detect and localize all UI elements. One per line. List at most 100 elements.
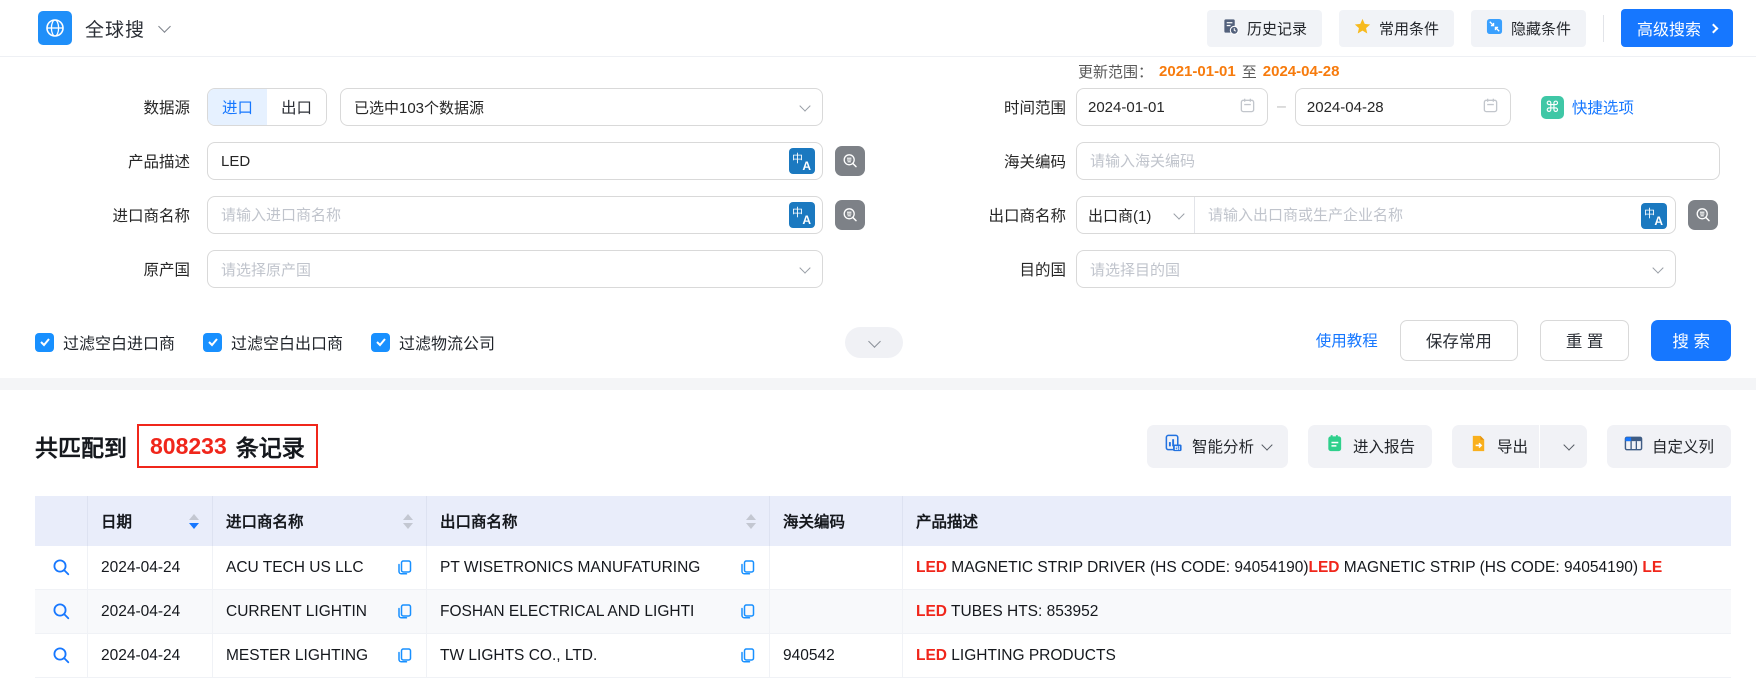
export-split-button: 导出 bbox=[1452, 425, 1587, 468]
row-detail-button[interactable] bbox=[35, 634, 88, 677]
copy-icon[interactable] bbox=[388, 603, 413, 620]
data-source-selected-value: 已选中103个数据源 bbox=[354, 97, 801, 118]
export-label[interactable]: 导出 bbox=[1497, 435, 1528, 457]
results-table: 日期 进口商名称 出口商名称 海关编码 产品描述 2024-04-24 ACU … bbox=[35, 496, 1731, 678]
product-desc-input[interactable] bbox=[207, 142, 823, 180]
header-importer[interactable]: 进口商名称 bbox=[213, 496, 427, 546]
end-date-input[interactable]: 2024-04-28 bbox=[1295, 88, 1511, 126]
copy-icon[interactable] bbox=[731, 647, 756, 664]
row-importer-cell: CURRENT LIGHTIN bbox=[213, 590, 427, 633]
importer-label: 进口商名称 bbox=[35, 204, 207, 226]
table-row: 2024-04-24 MESTER LIGHTING TW LIGHTS CO.… bbox=[35, 634, 1731, 678]
checkbox-checked-icon bbox=[35, 333, 54, 352]
sort-exporter[interactable] bbox=[738, 514, 756, 529]
data-source-select[interactable]: 已选中103个数据源 bbox=[340, 88, 823, 126]
collapse-icon bbox=[1486, 18, 1503, 39]
history-icon bbox=[1222, 18, 1239, 39]
translate-icon[interactable]: 中A bbox=[1641, 203, 1667, 229]
exporter-type-select[interactable]: 出口商(1) bbox=[1077, 197, 1195, 233]
custom-columns-label: 自定义列 bbox=[1652, 435, 1714, 457]
sort-date[interactable] bbox=[181, 514, 199, 529]
importer-row: 进口商名称 中A bbox=[35, 196, 865, 234]
section-divider bbox=[0, 378, 1756, 390]
results-count: 808233 bbox=[150, 433, 227, 460]
results-count-box: 808233 条记录 bbox=[137, 424, 318, 468]
chevron-down-icon bbox=[1261, 439, 1272, 450]
calendar-icon[interactable] bbox=[1239, 97, 1256, 118]
toggle-import[interactable]: 进口 bbox=[208, 89, 267, 125]
save-common-button[interactable]: 保存常用 bbox=[1400, 320, 1518, 361]
command-icon[interactable]: ⌘ bbox=[1541, 96, 1564, 119]
checkbox-filter-logistics[interactable]: 过滤物流公司 bbox=[371, 330, 495, 354]
row-importer-cell: MESTER LIGHTING bbox=[213, 634, 427, 677]
history-button[interactable]: 历史记录 bbox=[1207, 10, 1322, 47]
hs-code-input[interactable] bbox=[1076, 142, 1720, 180]
translate-icon[interactable]: 中A bbox=[789, 148, 815, 174]
data-source-label: 数据源 bbox=[35, 96, 207, 118]
header-search-col bbox=[35, 496, 88, 546]
exporter-type-value: 出口商(1) bbox=[1088, 205, 1151, 226]
row-desc: LED MAGNETIC STRIP DRIVER (HS CODE: 9405… bbox=[903, 546, 1731, 589]
copy-icon[interactable] bbox=[388, 647, 413, 664]
row-date: 2024-04-24 bbox=[88, 634, 213, 677]
smart-analysis-button[interactable]: BI 智能分析 bbox=[1147, 425, 1288, 468]
start-date-value: 2024-01-01 bbox=[1088, 99, 1231, 116]
advanced-search-button[interactable]: 高级搜索 bbox=[1621, 9, 1733, 47]
copy-icon[interactable] bbox=[388, 559, 413, 576]
tutorial-link[interactable]: 使用教程 bbox=[1316, 329, 1378, 351]
magnifier-icon bbox=[52, 646, 71, 665]
checkbox-filter-blank-importer[interactable]: 过滤空白进口商 bbox=[35, 330, 175, 354]
importer-input[interactable] bbox=[207, 196, 823, 234]
app-switcher-chevron-down-icon[interactable] bbox=[158, 20, 171, 33]
fuzzy-search-icon[interactable] bbox=[835, 200, 865, 230]
fuzzy-search-icon[interactable] bbox=[835, 146, 865, 176]
checkbox-checked-icon bbox=[203, 333, 222, 352]
filter-checkbox-row: 过滤空白进口商 过滤空白出口商 过滤物流公司 bbox=[35, 322, 495, 362]
header-exporter[interactable]: 出口商名称 bbox=[427, 496, 770, 546]
update-range-label: 更新范围： bbox=[1078, 61, 1153, 82]
quick-options-link[interactable]: 快捷选项 bbox=[1572, 96, 1634, 118]
header-date[interactable]: 日期 bbox=[88, 496, 213, 546]
calendar-icon[interactable] bbox=[1482, 97, 1499, 118]
hide-conditions-button[interactable]: 隐藏条件 bbox=[1471, 10, 1586, 47]
header-product-desc: 产品描述 bbox=[903, 496, 1731, 546]
date-range-separator: – bbox=[1277, 98, 1286, 116]
sort-importer[interactable] bbox=[395, 514, 413, 529]
app-title: 全球搜 bbox=[85, 15, 145, 42]
enter-report-label: 进入报告 bbox=[1353, 435, 1415, 457]
export-dropdown-button[interactable] bbox=[1551, 425, 1587, 468]
enter-report-button[interactable]: 进入报告 bbox=[1308, 425, 1432, 468]
toggle-export[interactable]: 出口 bbox=[267, 89, 326, 125]
row-date: 2024-04-24 bbox=[88, 590, 213, 633]
update-range-to-word: 至 bbox=[1242, 61, 1257, 82]
start-date-input[interactable]: 2024-01-01 bbox=[1076, 88, 1268, 126]
custom-columns-button[interactable]: 自定义列 bbox=[1607, 425, 1731, 468]
destination-select[interactable]: 请选择目的国 bbox=[1076, 250, 1676, 288]
copy-icon[interactable] bbox=[731, 559, 756, 576]
fuzzy-search-icon[interactable] bbox=[1688, 200, 1718, 230]
row-exporter-text: TW LIGHTS CO., LTD. bbox=[440, 647, 597, 665]
destination-label: 目的国 bbox=[950, 258, 1076, 280]
time-range-label: 时间范围 bbox=[950, 96, 1076, 118]
product-desc-row: 产品描述 中A bbox=[35, 142, 865, 180]
origin-select[interactable]: 请选择原产国 bbox=[207, 250, 823, 288]
exporter-input[interactable] bbox=[1195, 197, 1675, 233]
update-range-from: 2021-01-01 bbox=[1159, 63, 1236, 80]
svg-text:BI: BI bbox=[1174, 446, 1180, 452]
origin-placeholder: 请选择原产国 bbox=[221, 259, 801, 280]
search-button[interactable]: 搜 索 bbox=[1651, 320, 1731, 361]
results-prefix: 共匹配到 bbox=[35, 429, 127, 463]
copy-icon[interactable] bbox=[731, 603, 756, 620]
row-detail-button[interactable] bbox=[35, 546, 88, 589]
chevron-down-icon bbox=[1652, 262, 1663, 273]
favorites-button[interactable]: 常用条件 bbox=[1339, 10, 1454, 47]
row-importer-text: MESTER LIGHTING bbox=[226, 647, 368, 665]
row-detail-button[interactable] bbox=[35, 590, 88, 633]
origin-row: 原产国 请选择原产国 bbox=[35, 250, 823, 288]
time-range-row: 时间范围 2024-01-01 – 2024-04-28 ⌘ 快捷选项 bbox=[950, 88, 1634, 126]
checkbox-filter-blank-exporter[interactable]: 过滤空白出口商 bbox=[203, 330, 343, 354]
reset-button[interactable]: 重 置 bbox=[1540, 320, 1630, 361]
collapse-panel-button[interactable] bbox=[845, 327, 903, 358]
translate-icon[interactable]: 中A bbox=[789, 202, 815, 228]
destination-row: 目的国 请选择目的国 bbox=[950, 250, 1676, 288]
